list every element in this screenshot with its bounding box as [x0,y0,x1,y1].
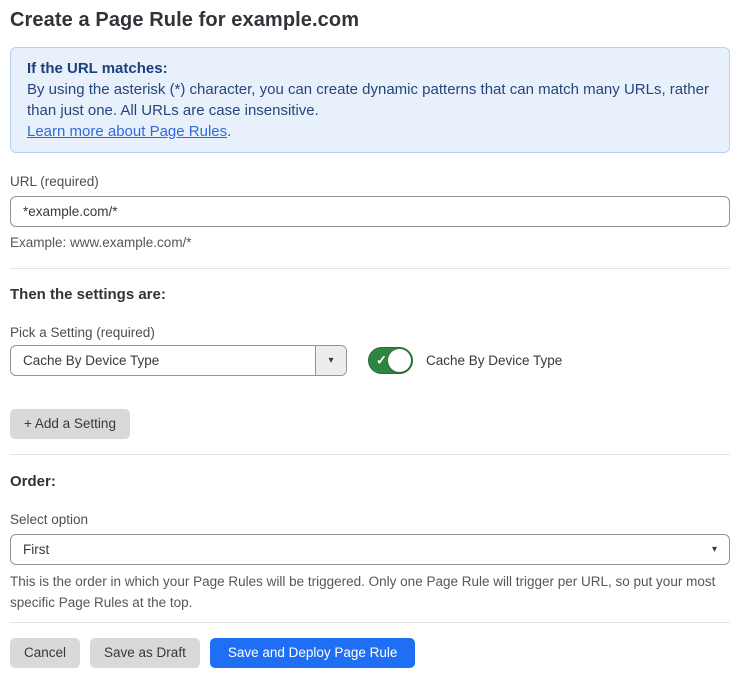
url-field-label: URL (required) [10,174,730,190]
order-select-label: Select option [10,512,730,528]
add-setting-button[interactable]: + Add a Setting [10,409,130,439]
page-title: Create a Page Rule for example.com [10,8,730,32]
setting-row: Cache By Device Type ▾ ✓ Cache By Device… [10,345,730,376]
divider [10,454,730,455]
toggle-label: Cache By Device Type [426,353,562,368]
url-example-helper: Example: www.example.com/* [10,232,730,253]
check-icon: ✓ [376,352,387,368]
setting-select-value: Cache By Device Type [11,346,315,375]
setting-select-arrow-button[interactable]: ▾ [315,346,346,375]
order-select-value: First [23,542,712,557]
save-as-draft-button[interactable]: Save as Draft [90,638,200,668]
info-box-link-line: Learn more about Page Rules. [27,121,713,142]
pick-setting-label: Pick a Setting (required) [10,325,730,341]
info-box-body: By using the asterisk (*) character, you… [27,79,713,121]
save-and-deploy-button[interactable]: Save and Deploy Page Rule [210,638,416,668]
info-box-heading: If the URL matches: [27,58,713,79]
cache-device-toggle[interactable]: ✓ [368,347,413,374]
url-match-info-box: If the URL matches: By using the asteris… [10,47,730,153]
link-suffix: . [227,123,231,140]
page-rule-form: Create a Page Rule for example.com If th… [0,0,750,692]
order-select[interactable]: First ▾ [10,534,730,565]
settings-section-heading: Then the settings are: [10,286,730,304]
divider [10,268,730,269]
order-section-heading: Order: [10,473,730,491]
actions-row: Cancel Save as Draft Save and Deploy Pag… [10,638,730,668]
cancel-button[interactable]: Cancel [10,638,80,668]
chevron-down-icon: ▾ [328,355,333,366]
chevron-down-icon: ▾ [712,544,717,555]
order-helper-text: This is the order in which your Page Rul… [10,571,730,613]
learn-more-link[interactable]: Learn more about Page Rules [27,123,227,140]
divider [10,622,730,623]
setting-select[interactable]: Cache By Device Type ▾ [10,345,347,376]
toggle-knob [388,349,411,372]
url-input[interactable] [10,196,730,227]
